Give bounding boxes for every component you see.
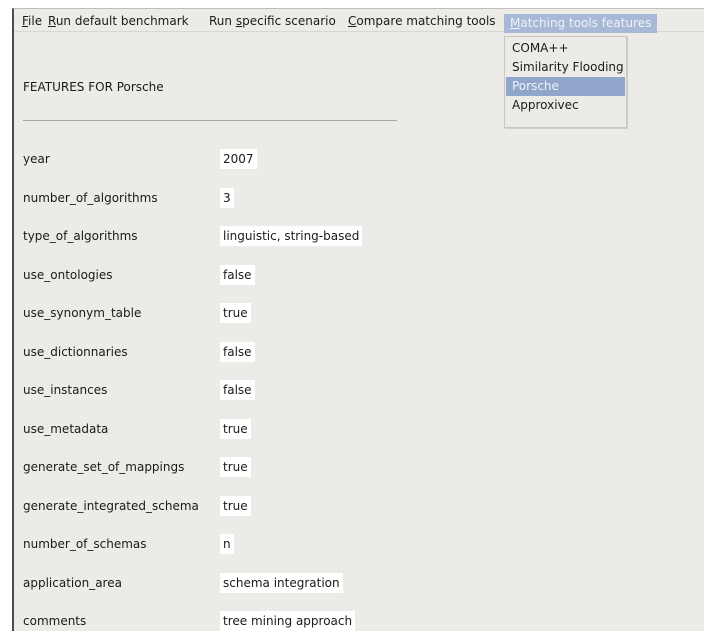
feature-label: use_synonym_table xyxy=(23,306,142,320)
feature-value-field[interactable]: true xyxy=(220,457,251,477)
feature-label: application_area xyxy=(23,575,122,590)
feature-value-field[interactable]: false xyxy=(220,264,255,285)
dropdown-item-similarity-flooding[interactable]: Similarity Flooding xyxy=(506,58,625,77)
menu-features-mnemonic: M xyxy=(510,16,521,30)
menu-run-specific-scenario[interactable]: Run specific scenario xyxy=(209,13,336,29)
feature-label: number_of_schemas xyxy=(23,537,147,551)
feature-value-field[interactable]: 2007 xyxy=(220,149,257,169)
menu-run-default-mnemonic: R xyxy=(48,14,56,28)
feature-value-field[interactable]: true xyxy=(220,418,251,439)
menu-matching-tools-features[interactable]: Matching tools features xyxy=(504,14,658,33)
features-title: FEATURES FOR Porsche xyxy=(23,80,164,94)
menu-run-specific-label-b: pecific scenario xyxy=(242,14,336,28)
feature-value-field[interactable]: 3 xyxy=(220,187,234,208)
dropdown-item-coma[interactable]: COMA++ xyxy=(506,39,625,58)
feature-label: year xyxy=(23,152,50,166)
feature-value-field[interactable]: tree mining approach xyxy=(220,611,356,631)
menu-run-default-benchmark[interactable]: Run default benchmark xyxy=(48,13,200,29)
menu-run-default-label: un default benchmark xyxy=(55,14,189,28)
feature-value-field[interactable]: false xyxy=(220,380,255,400)
menu-compare-label: ompare matching tools xyxy=(356,14,496,28)
feature-label: generate_set_of_mappings xyxy=(23,460,185,474)
menu-compare-matching-tools[interactable]: Compare matching tools xyxy=(348,13,496,29)
feature-value-field[interactable]: linguistic, string-based xyxy=(220,226,363,246)
feature-label: number_of_algorithms xyxy=(23,190,158,205)
menu-file[interactable]: File xyxy=(22,13,42,29)
menu-features-label: atching tools features xyxy=(520,16,652,30)
feature-label: comments xyxy=(23,614,87,628)
title-separator xyxy=(23,120,397,121)
feature-value-field[interactable]: schema integration xyxy=(220,572,343,593)
feature-label: generate_integrated_schema xyxy=(23,498,199,513)
feature-label: type_of_algorithms xyxy=(23,229,138,243)
dropdown-item-porsche[interactable]: Porsche xyxy=(506,77,625,96)
feature-value-field[interactable]: n xyxy=(220,534,234,554)
feature-value-field[interactable]: true xyxy=(220,303,251,323)
feature-value-field[interactable]: true xyxy=(220,495,251,516)
feature-label: use_instances xyxy=(23,383,108,397)
menu-run-specific-label-a: Run xyxy=(209,14,236,28)
feature-label: use_metadata xyxy=(23,421,109,436)
dropdown-item-approxivec[interactable]: Approxivec xyxy=(506,96,625,115)
app-window: File Run default benchmark Run specific … xyxy=(12,8,704,631)
menu-bar: File Run default benchmark Run specific … xyxy=(14,9,704,33)
menu-file-label: ile xyxy=(28,14,43,28)
matching-tools-dropdown: COMA++ Similarity Flooding Porsche Appro… xyxy=(504,36,627,128)
feature-value-field[interactable]: false xyxy=(220,341,255,362)
feature-label: use_dictionnaries xyxy=(23,344,128,359)
feature-label: use_ontologies xyxy=(23,267,113,282)
